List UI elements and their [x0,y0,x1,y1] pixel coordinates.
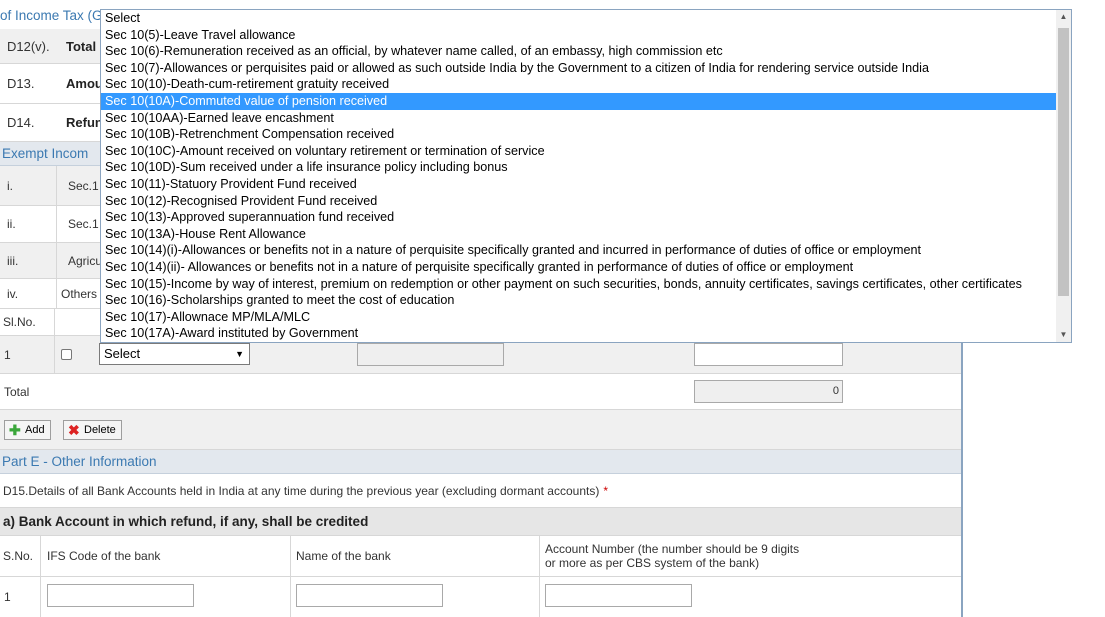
dropdown-option[interactable]: Select [101,10,1071,27]
exempt-row-no: iv. [0,279,57,308]
row-checkbox[interactable] [61,349,72,360]
d15-text: D15.Details of all Bank Accounts held in… [3,483,600,498]
exempt-row-no: ii. [0,206,57,242]
dropdown-option[interactable]: Sec 10(14)(ii)- Allowances or benefits n… [101,259,1071,276]
delete-x-icon: ✖ [68,422,80,438]
scroll-up-arrow-icon[interactable]: ▲ [1056,10,1071,24]
exempt-total-row: Total 0 [0,374,962,410]
ifs-code-input[interactable] [47,584,194,607]
bank-row-no: 1 [0,577,41,617]
account-number-input[interactable] [545,584,692,607]
scroll-down-arrow-icon[interactable]: ▼ [1056,328,1071,342]
exempt-row-label: Sec.1 [68,178,99,193]
dropdown-arrow-icon: ▼ [235,349,244,359]
dropdown-option[interactable]: Sec 10(13)-Approved superannuation fund … [101,209,1071,226]
nature-of-income-select[interactable]: Select ▼ [99,343,250,365]
col-account-line1: Account Number (the number should be 9 d… [545,542,800,556]
d15-text-cell: D15.Details of all Bank Accounts held in… [3,474,608,507]
dropdown-option[interactable]: Sec 10(13A)-House Rent Allowance [101,226,1071,243]
sub-section-a-title: a) Bank Account in which refund, if any,… [3,514,369,529]
add-button[interactable]: ✚ Add [4,420,51,440]
scrollbar-thumb[interactable] [1058,28,1069,296]
dropdown-options: Select Sec 10(5)-Leave Travel allowance Se… [101,10,1071,342]
total-value: 0 [832,385,839,397]
plus-icon: ✚ [9,422,21,438]
amount-field[interactable] [694,343,843,366]
d15-row: D15.Details of all Bank Accounts held in… [0,474,962,508]
delete-button[interactable]: ✖ Delete [63,420,122,440]
dropdown-option[interactable]: Sec 10(5)-Leave Travel allowance [101,27,1071,44]
dropdown-option[interactable]: Sec 10(10AA)-Earned leave encashment [101,110,1071,127]
bank-name-input[interactable] [296,584,443,607]
row-label: Amou [66,76,103,91]
delete-label: Delete [84,424,116,436]
required-mark: * [603,483,608,498]
nature-of-income-dropdown-list[interactable]: Select Sec 10(5)-Leave Travel allowance Se… [100,9,1072,343]
dropdown-option[interactable]: Sec 10(17A)-Award instituted by Governme… [101,325,1071,342]
total-label: Total [4,384,30,399]
col-ifs: IFS Code of the bank [41,536,291,576]
dropdown-option[interactable]: Sec 10(10D)-Sum received under a life in… [101,159,1071,176]
add-label: Add [25,424,45,436]
row-checkbox-cell [61,336,72,373]
dropdown-option[interactable]: Sec 10(10)-Death-cum-retirement gratuity… [101,76,1071,93]
exempt-row-label: Others [61,286,98,301]
form-right-border [961,340,963,617]
dropdown-option[interactable]: Sec 10(14)(i)-Allowances or benefits not… [101,242,1071,259]
dropdown-option[interactable]: Sec 10(10B)-Retrenchment Compensation re… [101,126,1071,143]
col-account-line2: or more as per CBS system of the bank) [545,556,760,570]
dropdown-scrollbar[interactable]: ▲ ▼ [1056,10,1071,342]
exempt-row-no: i. [0,166,57,205]
exempt-row-label: Agricu [68,253,103,268]
form-title: of Income Tax (G [0,8,103,23]
dropdown-option[interactable]: Sec 10(10A)-Commuted value of pension re… [101,92,1071,110]
row-label: Refun [66,115,103,130]
col-account-number: Account Number (the number should be 9 d… [540,536,962,576]
total-field: 0 [694,380,843,403]
dropdown-option[interactable]: Sec 10(10C)-Amount received on voluntary… [101,143,1071,160]
row-number: 1 [0,336,55,373]
select-value: Select [104,346,141,361]
section-part-e: Part E - Other Information [0,450,962,474]
exempt-row-no: iii. [0,243,57,278]
row-code: D14. [7,115,35,130]
exempt-row-label: Sec.1 [68,217,99,231]
col-sno: S.No. [0,536,41,576]
sub-section-a: a) Bank Account in which refund, if any,… [0,508,962,536]
row-code: D12(v). [7,38,50,54]
row-code: D13. [7,76,35,91]
col-bank-name: Name of the bank [291,536,540,576]
bank-table-header: S.No. IFS Code of the bank Name of the b… [0,536,962,577]
add-delete-row: ✚ Add ✖ Delete [0,410,962,450]
dropdown-option[interactable]: Sec 10(17)-Allownace MP/MLA/MLC [101,309,1071,326]
sl-no-header: Sl.No. [0,309,55,335]
dropdown-option[interactable]: Sec 10(7)-Allowances or perquisites paid… [101,60,1071,77]
row-label: Total [66,38,97,54]
dropdown-option[interactable]: Sec 10(12)-Recognised Provident Fund rec… [101,193,1071,210]
description-field[interactable] [357,343,504,366]
dropdown-option[interactable]: Sec 10(11)-Statuory Provident Fund recei… [101,176,1071,193]
dropdown-option[interactable]: Sec 10(6)-Remuneration received as an of… [101,43,1071,60]
dropdown-option[interactable]: Sec 10(16)-Scholarships granted to meet … [101,292,1071,309]
dropdown-option[interactable]: Sec 10(15)-Income by way of interest, pr… [101,276,1071,293]
